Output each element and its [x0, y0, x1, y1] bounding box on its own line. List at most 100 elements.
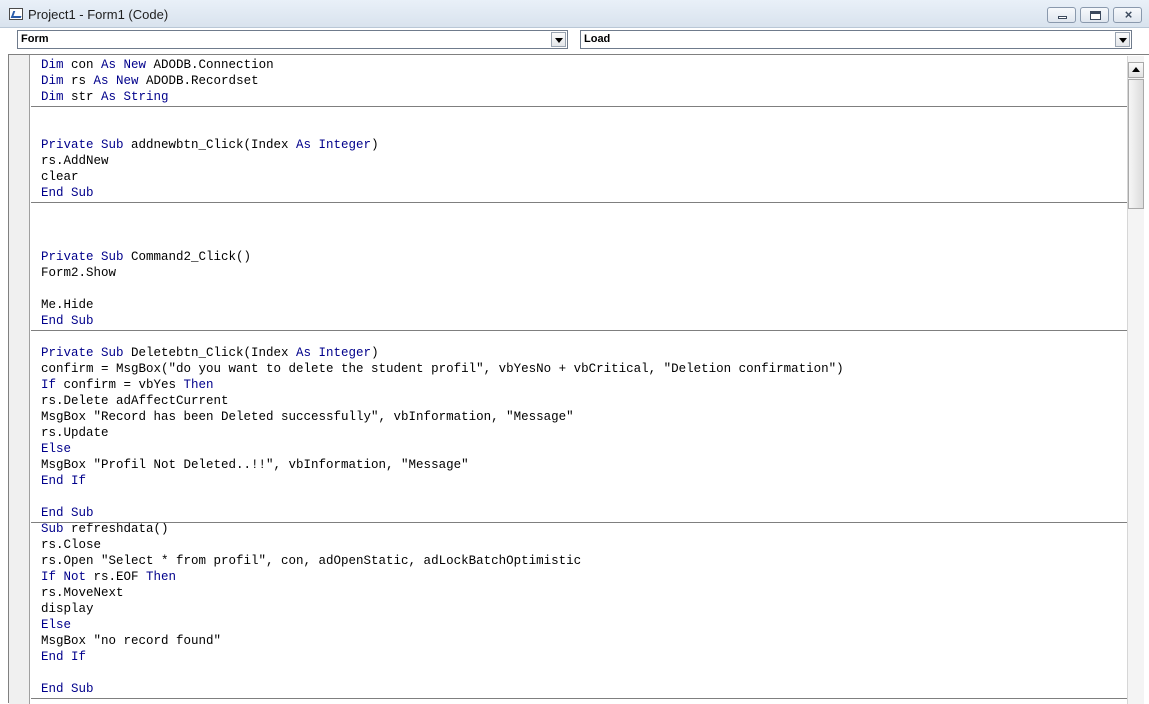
- code-text: ): [371, 346, 379, 360]
- close-icon: ×: [1124, 7, 1133, 22]
- code-line[interactable]: Dim con As New ADODB.Connection: [41, 57, 274, 73]
- scroll-thumb[interactable]: [1128, 79, 1144, 209]
- code-keyword: End Sub: [41, 682, 94, 696]
- code-line[interactable]: Dim rs As New ADODB.Recordset: [41, 73, 259, 89]
- code-line[interactable]: End Sub: [41, 313, 94, 329]
- code-text: rs.MoveNext: [41, 586, 124, 600]
- code-line[interactable]: End Sub: [41, 185, 94, 201]
- code-text: ): [371, 138, 379, 152]
- code-text: Command2_Click(): [123, 250, 252, 264]
- code-keyword: End Sub: [41, 506, 94, 520]
- code-keyword: If: [41, 378, 57, 392]
- code-text: confirm = MsgBox("do you want to delete …: [41, 362, 844, 376]
- code-line[interactable]: End Sub: [41, 681, 94, 697]
- code-text: con: [63, 58, 102, 72]
- vertical-scrollbar[interactable]: [1127, 56, 1144, 704]
- code-line[interactable]: End If: [41, 649, 86, 665]
- code-keyword: Then: [183, 378, 214, 392]
- code-line[interactable]: clear: [41, 169, 79, 185]
- code-text: refreshdata(): [63, 522, 169, 536]
- procedure-dropdown-value: Load: [584, 33, 611, 45]
- code-keyword: Then: [146, 570, 177, 584]
- code-text: rs.AddNew: [41, 154, 109, 168]
- scroll-up-button[interactable]: [1128, 62, 1144, 78]
- code-line[interactable]: End If: [41, 473, 86, 489]
- object-dropdown-value: Form: [21, 33, 49, 45]
- restore-icon: [1090, 11, 1101, 20]
- window-title: Project1 - Form1 (Code): [28, 7, 169, 22]
- code-line[interactable]: MsgBox "no record found": [41, 633, 221, 649]
- code-line[interactable]: MsgBox "Profil Not Deleted..!!", vbInfor…: [41, 457, 469, 473]
- code-text: str: [63, 90, 102, 104]
- code-window-icon: [9, 8, 23, 20]
- code-line[interactable]: Form2.Show: [41, 265, 116, 281]
- code-line[interactable]: Dim str As String: [41, 89, 169, 105]
- code-line[interactable]: End Sub: [41, 505, 94, 521]
- code-keyword: Sub: [41, 522, 64, 536]
- code-line[interactable]: Me.Hide: [41, 297, 94, 313]
- minimize-icon: [1058, 16, 1067, 19]
- code-text: rs.EOF: [86, 570, 147, 584]
- chevron-down-icon[interactable]: [1115, 32, 1130, 47]
- minimize-button[interactable]: [1047, 7, 1076, 23]
- code-keyword: If Not: [41, 570, 87, 584]
- procedure-separator: [31, 330, 1127, 331]
- code-text: ADODB.Connection: [146, 58, 274, 72]
- procedure-separator: [31, 698, 1127, 699]
- code-line[interactable]: rs.MoveNext: [41, 585, 124, 601]
- code-keyword: Private Sub: [41, 346, 124, 360]
- code-area[interactable]: Dim con As New ADODB.Connection Dim rs As…: [31, 55, 1127, 704]
- margin-indicator-bar[interactable]: [9, 55, 30, 704]
- code-text: ADODB.Recordset: [138, 74, 259, 88]
- procedure-dropdown[interactable]: Load: [580, 30, 1132, 49]
- code-line[interactable]: rs.AddNew: [41, 153, 109, 169]
- code-text: MsgBox "no record found": [41, 634, 222, 648]
- code-text: addnewbtn_Click(Index: [123, 138, 297, 152]
- code-text: Form2.Show: [41, 266, 117, 280]
- code-keyword: As New: [93, 74, 139, 88]
- code-line[interactable]: Private Sub Command2_Click(): [41, 249, 251, 265]
- code-line[interactable]: If confirm = vbYes Then: [41, 377, 214, 393]
- code-line[interactable]: rs.Close: [41, 537, 101, 553]
- code-text: rs.Close: [41, 538, 102, 552]
- code-line[interactable]: Private Sub Deletebtn_Click(Index As Int…: [41, 345, 379, 361]
- code-line[interactable]: Else: [41, 617, 71, 633]
- chevron-down-icon[interactable]: [551, 32, 566, 47]
- code-keyword: Dim: [41, 58, 64, 72]
- code-keyword: Private Sub: [41, 138, 124, 152]
- code-line[interactable]: confirm = MsgBox("do you want to delete …: [41, 361, 844, 377]
- code-keyword: Dim: [41, 74, 64, 88]
- code-line[interactable]: If Not rs.EOF Then: [41, 569, 176, 585]
- procedure-separator: [31, 202, 1127, 203]
- code-keyword: Dim: [41, 90, 64, 104]
- code-keyword: As String: [101, 90, 169, 104]
- code-text: confirm = vbYes: [56, 378, 184, 392]
- code-line[interactable]: rs.Open "Select * from profil", con, adO…: [41, 553, 581, 569]
- code-text: Me.Hide: [41, 298, 94, 312]
- restore-button[interactable]: [1080, 7, 1109, 23]
- code-text: MsgBox "Profil Not Deleted..!!", vbInfor…: [41, 458, 469, 472]
- code-text: display: [41, 602, 94, 616]
- object-dropdown[interactable]: Form: [17, 30, 568, 49]
- code-keyword: Private Sub: [41, 250, 124, 264]
- code-line[interactable]: Private Sub addnewbtn_Click(Index As Int…: [41, 137, 379, 153]
- code-keyword: Else: [41, 618, 72, 632]
- code-editor[interactable]: Dim con As New ADODB.Connection Dim rs As…: [8, 54, 1149, 704]
- code-keyword: End Sub: [41, 186, 94, 200]
- code-text: MsgBox "Record has been Deleted successf…: [41, 410, 574, 424]
- code-keyword: End If: [41, 650, 87, 664]
- code-line[interactable]: Sub refreshdata(): [41, 521, 169, 537]
- code-line[interactable]: MsgBox "Record has been Deleted successf…: [41, 409, 574, 425]
- code-keyword: End If: [41, 474, 87, 488]
- code-line[interactable]: Else: [41, 441, 71, 457]
- code-line[interactable]: rs.Delete adAffectCurrent: [41, 393, 229, 409]
- code-text: rs.Open "Select * from profil", con, adO…: [41, 554, 582, 568]
- close-button[interactable]: ×: [1113, 7, 1142, 23]
- code-text: rs: [63, 74, 94, 88]
- code-keyword: As Integer: [296, 138, 372, 152]
- code-line[interactable]: display: [41, 601, 94, 617]
- code-line[interactable]: rs.Update: [41, 425, 109, 441]
- procedure-separator: [31, 522, 1127, 523]
- code-keyword: As Integer: [296, 346, 372, 360]
- code-keyword: End Sub: [41, 314, 94, 328]
